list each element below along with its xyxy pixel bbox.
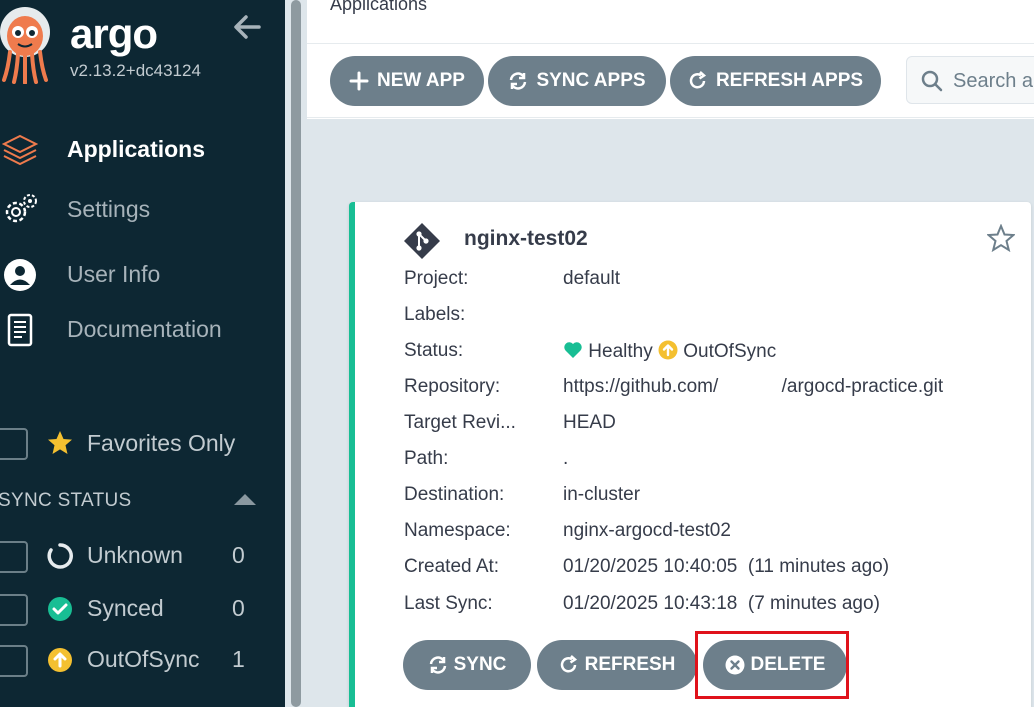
field-value-namespace: nginx-argocd-test02 [563,520,731,541]
filter-outofsync-label: OutOfSync [87,646,200,672]
field-value-target-revision: HEAD [563,412,616,433]
filter-unknown-count: 0 [232,542,245,568]
nav-settings-label: Settings [67,196,151,222]
field-value-project: default [563,268,621,289]
sync-button[interactable]: SYNC [403,640,531,690]
plus-icon [349,71,369,91]
nav-user-info-label: User Info [67,261,161,287]
filter-outofsync-count: 1 [232,646,245,672]
sync-status-text: OutOfSync [683,341,777,362]
nav-documentation[interactable]: Documentation [0,308,285,348]
sync-icon [510,72,527,90]
field-value-last-sync: 01/20/2025 10:43:18 (7 minutes ago) [563,593,880,614]
filter-unknown-checkbox[interactable] [0,541,28,573]
field-value-destination: in-cluster [563,484,641,505]
sync-apps-label: SYNC APPS [536,70,646,91]
sync-status-title: SYNC STATUS [0,490,132,511]
sidebar-scrollbar-thumb[interactable] [291,0,301,707]
field-label-labels: Labels: [404,304,466,325]
nav-documentation-label: Documentation [67,316,222,342]
field-label-namespace: Namespace: [404,520,511,541]
sync-apps-button[interactable]: SYNC APPS [488,56,666,106]
search-box[interactable] [906,56,1034,104]
toolbar: NEW APP SYNC APPS REFRESH APPS [307,44,1034,118]
nav-user-info[interactable]: User Info [0,253,285,293]
arrow-up-circle-icon [48,648,72,672]
refresh-apps-button[interactable]: REFRESH APPS [670,56,881,106]
arrow-up-circle-icon [658,340,678,360]
star-icon [48,431,72,454]
delete-highlight-box [695,631,849,699]
gear-icon [5,194,37,223]
new-app-button[interactable]: NEW APP [330,56,484,106]
heart-icon [564,342,582,358]
field-label-project: Project: [404,268,469,289]
filter-outofsync-checkbox[interactable] [0,645,28,677]
filter-synced-count: 0 [232,595,245,621]
favorites-only-checkbox[interactable] [0,428,28,460]
user-icon [4,259,36,291]
refresh-icon [560,655,577,673]
refresh-icon [689,71,706,89]
refresh-button[interactable]: REFRESH [537,640,697,690]
check-circle-icon [48,597,72,621]
application-card[interactable]: nginx-test02 Project: default Labels: St… [349,202,1031,707]
nav-applications[interactable]: Applications [0,128,285,168]
top-header: Applications [307,0,1034,44]
page-title: Applications [330,0,428,14]
app-name[interactable]: nginx-test02 [464,227,588,251]
sync-icon [429,656,446,674]
field-label-created-at: Created At: [404,556,500,577]
favorites-only-label: Favorites Only [87,430,236,456]
layers-icon [2,134,38,166]
filter-unknown-label: Unknown [87,542,183,568]
star-outline-icon[interactable] [987,224,1015,252]
field-value-path: . [563,448,569,469]
refresh-button-label: REFRESH [584,654,676,675]
collapse-sync-status-icon[interactable] [234,494,256,505]
field-label-path: Path: [404,448,449,469]
version-label: v2.13.2+dc43124 [70,61,201,80]
field-label-target-revision: Target Revi... [404,412,516,433]
nav-applications-label: Applications [67,136,206,162]
filter-synced-checkbox[interactable] [0,594,28,626]
book-icon [7,313,33,347]
nav-settings[interactable]: Settings [0,188,285,228]
field-label-status: Status: [404,340,464,361]
circle-notch-icon [47,543,73,569]
field-value-status: Healthy OutOfSync [563,340,776,363]
new-app-label: NEW APP [377,70,465,91]
search-icon [921,70,943,92]
refresh-apps-label: REFRESH APPS [715,70,864,91]
field-label-last-sync: Last Sync: [404,593,493,614]
field-value-repository[interactable]: https://github.com/ /argocd-practice.git [563,376,943,398]
health-status-text: Healthy [588,341,653,362]
filter-synced-label: Synced [87,595,164,621]
argo-octopus-logo[interactable] [0,4,52,84]
search-input[interactable] [953,67,1034,95]
brand-name: argo [70,10,158,57]
field-label-repository: Repository: [404,376,501,397]
field-label-destination: Destination: [404,484,505,505]
collapse-sidebar-arrow-icon[interactable] [232,12,262,42]
sync-button-label: SYNC [453,654,507,675]
git-repo-icon [404,223,440,259]
field-value-created-at: 01/20/2025 10:40:05 (11 minutes ago) [563,556,890,577]
sidebar: argo v2.13.2+dc43124 Applications Settin… [0,0,285,707]
